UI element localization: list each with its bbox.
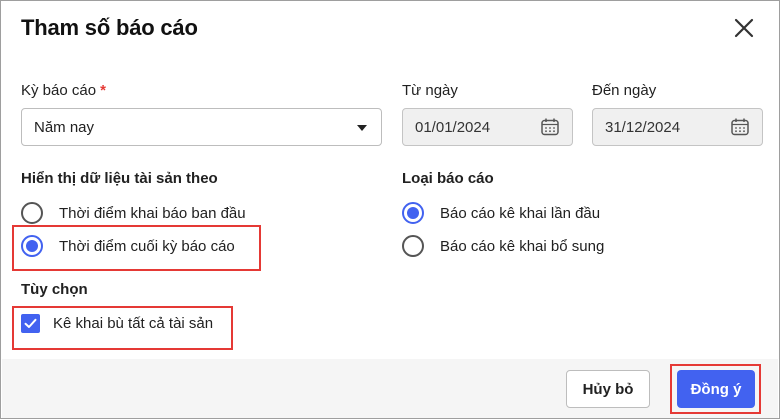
period-label-text: Kỳ báo cáo bbox=[21, 82, 97, 99]
report-type-label: Loại báo cáo bbox=[402, 170, 494, 187]
caret-down-icon bbox=[357, 125, 367, 131]
display-by-label: Hiển thị dữ liệu tài sản theo bbox=[21, 170, 218, 187]
radio-first-declaration[interactable]: Báo cáo kê khai lần đầu bbox=[402, 202, 600, 224]
ok-button[interactable]: Đồng ý bbox=[677, 370, 755, 408]
radio-label: Thời điểm khai báo ban đầu bbox=[59, 204, 246, 222]
required-marker: * bbox=[100, 82, 106, 99]
calendar-icon[interactable] bbox=[540, 117, 560, 137]
radio-initial-declaration[interactable]: Thời điểm khai báo ban đầu bbox=[21, 202, 246, 224]
cancel-button[interactable]: Hủy bỏ bbox=[566, 370, 650, 408]
radio-button[interactable] bbox=[21, 202, 43, 224]
radio-button[interactable] bbox=[402, 235, 424, 257]
calendar-icon[interactable] bbox=[730, 117, 750, 137]
to-date-field[interactable]: 31/12/2024 bbox=[592, 108, 763, 146]
period-select[interactable]: Năm nay bbox=[21, 108, 382, 146]
radio-label: Báo cáo kê khai bổ sung bbox=[440, 237, 605, 255]
report-parameters-dialog: Tham số báo cáo Kỳ báo cáo * Năm nay Từ n… bbox=[0, 0, 780, 419]
radio-supplementary-declaration[interactable]: Báo cáo kê khai bổ sung bbox=[402, 235, 604, 257]
to-date-value: 31/12/2024 bbox=[605, 119, 681, 136]
close-icon[interactable] bbox=[731, 15, 757, 41]
radio-button-selected[interactable] bbox=[21, 235, 43, 257]
options-label: Tùy chọn bbox=[21, 281, 88, 298]
radio-label: Báo cáo kê khai lần đầu bbox=[440, 204, 601, 222]
from-date-label: Từ ngày bbox=[402, 82, 458, 99]
checkbox-label: Kê khai bù tất cả tài sản bbox=[53, 315, 214, 332]
checkbox-checked[interactable] bbox=[21, 314, 40, 333]
dialog-footer bbox=[2, 359, 778, 418]
period-select-value: Năm nay bbox=[34, 119, 95, 136]
declare-all-assets-checkbox[interactable]: Kê khai bù tất cả tài sản bbox=[21, 314, 213, 333]
radio-label: Thời điểm cuối kỳ báo cáo bbox=[59, 237, 235, 255]
from-date-value: 01/01/2024 bbox=[415, 119, 491, 136]
dialog-title: Tham số báo cáo bbox=[21, 15, 198, 40]
from-date-field[interactable]: 01/01/2024 bbox=[402, 108, 573, 146]
to-date-label: Đến ngày bbox=[592, 82, 657, 99]
radio-end-of-period[interactable]: Thời điểm cuối kỳ báo cáo bbox=[21, 235, 235, 257]
period-label: Kỳ báo cáo * bbox=[21, 82, 106, 99]
radio-button-selected[interactable] bbox=[402, 202, 424, 224]
